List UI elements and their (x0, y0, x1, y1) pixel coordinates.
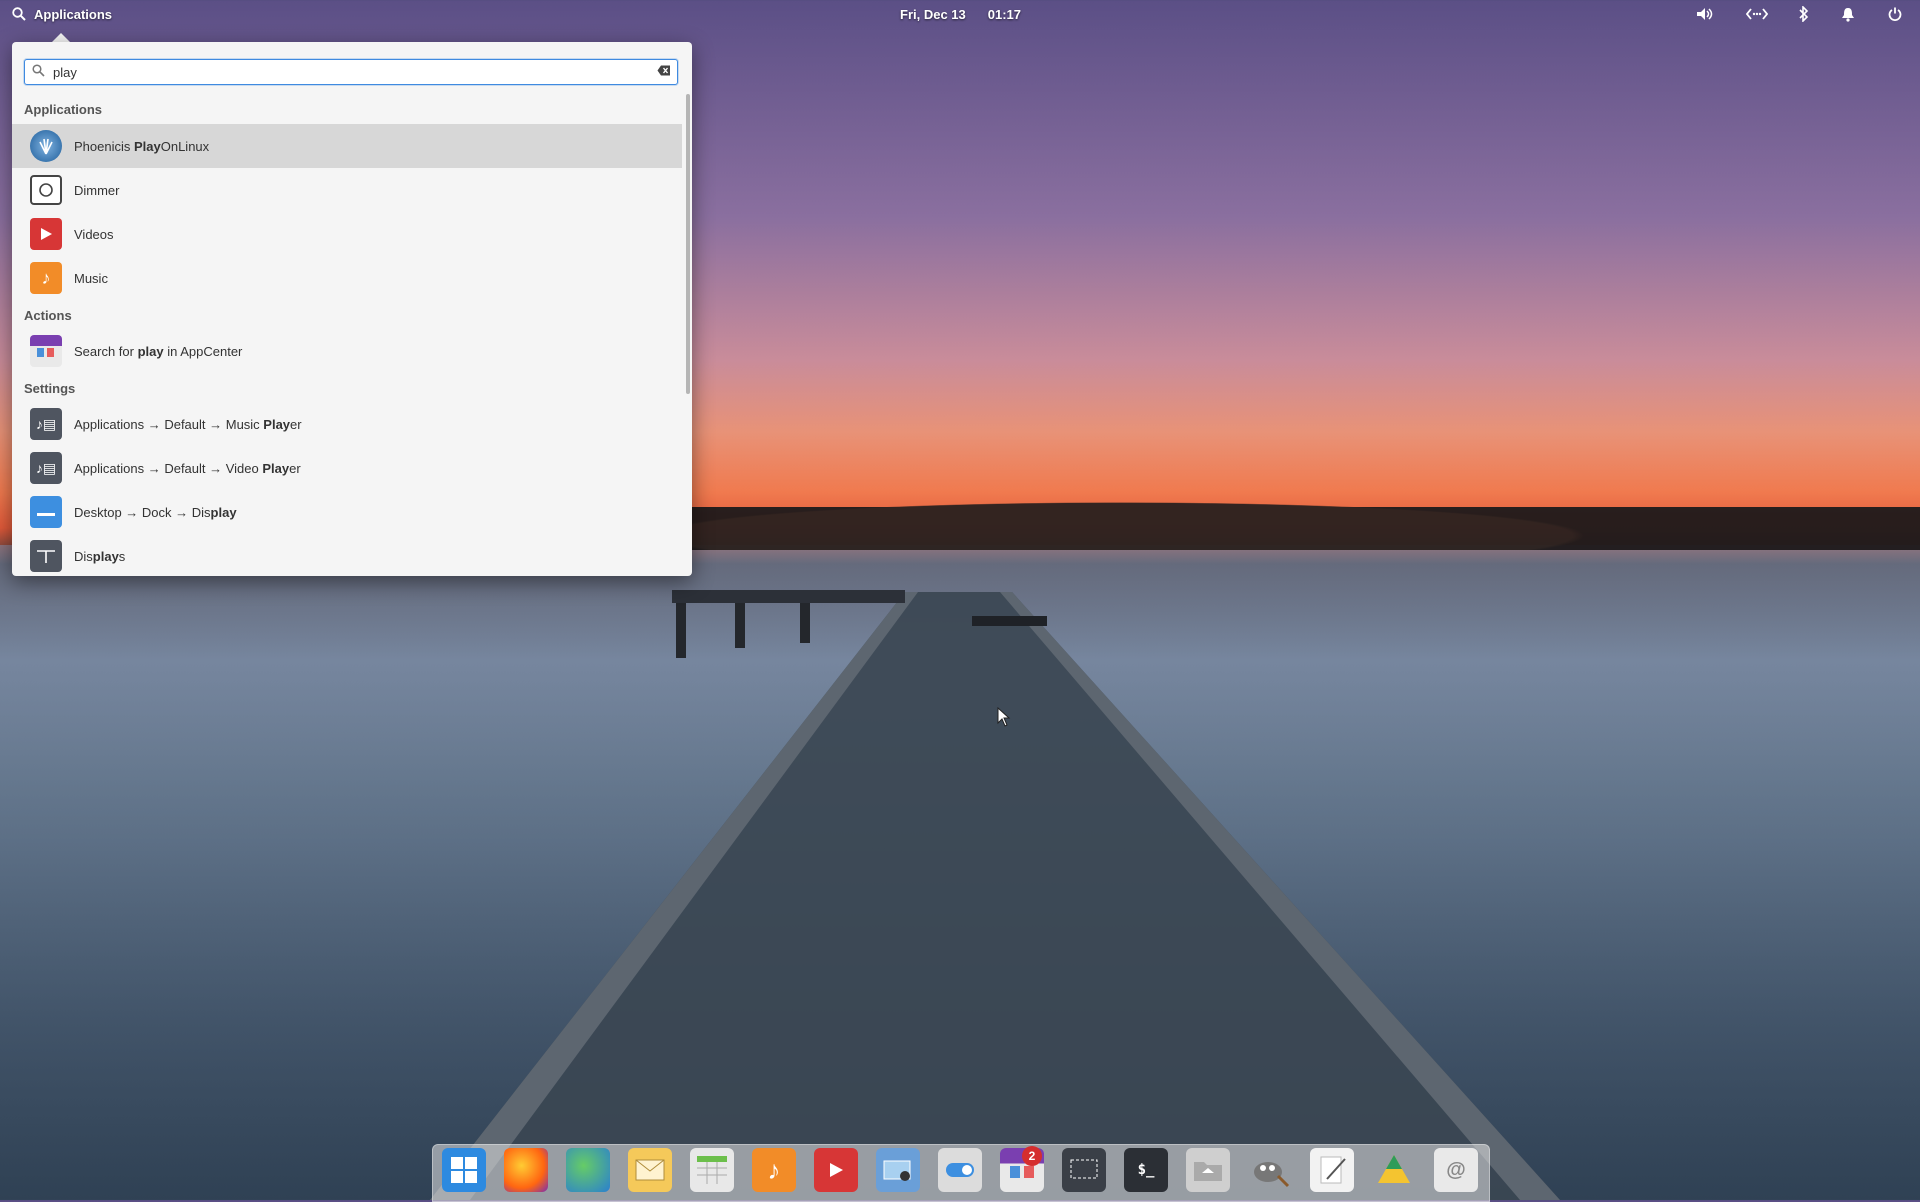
power-icon[interactable] (1880, 0, 1910, 28)
network-icon[interactable] (1742, 0, 1772, 28)
music-icon: ♪ (30, 262, 62, 294)
result-music[interactable]: ♪ Music (12, 256, 682, 300)
result-label: Search for play in AppCenter (74, 343, 243, 359)
search-input[interactable] (51, 62, 645, 82)
terminal-icon[interactable]: $_ (1124, 1148, 1168, 1192)
search-icon (12, 7, 26, 21)
date-text: Fri, Dec 13 (900, 6, 966, 22)
result-displays[interactable]: Displays (12, 534, 682, 576)
mouse-cursor-icon (997, 707, 1011, 727)
gimp-icon[interactable] (1248, 1148, 1292, 1192)
multitasking-view-icon[interactable] (442, 1148, 486, 1192)
default-apps-icon: ♪▤ (30, 452, 62, 484)
result-videos[interactable]: Videos (12, 212, 682, 256)
result-default-video-player[interactable]: ♪▤ Applications → Default → Video Player (12, 446, 682, 490)
wallpaper-treeline (690, 478, 1920, 550)
result-label: Displays (74, 548, 126, 564)
firefox-icon[interactable] (504, 1148, 548, 1192)
text-editor-icon[interactable] (1310, 1148, 1354, 1192)
files-icon[interactable] (1186, 1148, 1230, 1192)
calendar-icon[interactable] (690, 1148, 734, 1192)
clear-search-icon[interactable] (657, 65, 671, 76)
web-browser-icon[interactable] (566, 1148, 610, 1192)
search-field[interactable] (24, 59, 678, 85)
applications-label: Applications (34, 6, 113, 22)
wallpaper-lake (0, 545, 1920, 1200)
screenshot-icon[interactable] (1062, 1148, 1106, 1192)
result-label: Applications → Default → Music Player (74, 416, 302, 432)
default-apps-icon: ♪▤ (30, 408, 62, 440)
section-actions: Actions (24, 308, 72, 323)
dimmer-icon (30, 175, 62, 205)
result-label: Videos (74, 226, 114, 242)
appcenter-icon (30, 335, 62, 367)
result-phoenicis-playonlinux[interactable]: Phoenicis PlayOnLinux (12, 124, 682, 168)
videos-icon (30, 218, 62, 250)
section-settings: Settings (24, 381, 76, 396)
app-launcher-popover: Applications Phoenicis PlayOnLinux Dimme… (12, 42, 692, 576)
videos-app-icon[interactable] (814, 1148, 858, 1192)
time-text: 01:17 (987, 6, 1022, 22)
photos-icon[interactable] (876, 1148, 920, 1192)
top-panel: Applications Fri, Dec 13 01:17 (0, 0, 1920, 28)
result-label: Applications → Default → Video Player (74, 460, 301, 476)
result-search-appcenter[interactable]: Search for play in AppCenter (12, 329, 682, 373)
volume-icon[interactable] (1690, 0, 1720, 28)
section-applications: Applications (24, 102, 103, 117)
updates-badge: 2 (1022, 1146, 1042, 1166)
result-label: Dimmer (74, 182, 120, 198)
search-icon (32, 64, 45, 77)
applications-menu-button[interactable]: Applications (12, 0, 112, 28)
results-scrollbar[interactable] (686, 94, 690, 394)
system-settings-icon[interactable] (938, 1148, 982, 1192)
result-dock-display[interactable]: Desktop → Dock → Display (12, 490, 682, 534)
result-label: Music (74, 270, 108, 286)
displays-icon (30, 540, 62, 572)
notifications-icon[interactable] (1833, 0, 1863, 28)
result-label: Phoenicis PlayOnLinux (74, 138, 210, 154)
google-drive-icon[interactable] (1372, 1148, 1416, 1192)
datetime-indicator[interactable]: Fri, Dec 13 01:17 (900, 0, 1021, 28)
result-dimmer[interactable]: Dimmer (12, 168, 682, 212)
contacts-icon[interactable]: @ (1434, 1148, 1478, 1192)
result-label: Desktop → Dock → Display (74, 504, 237, 520)
playonlinux-icon (30, 130, 62, 162)
desktop-dock-icon (30, 496, 62, 528)
music-app-icon[interactable]: ♪ (752, 1148, 796, 1192)
mail-icon[interactable] (628, 1148, 672, 1192)
result-default-music-player[interactable]: ♪▤ Applications → Default → Music Player (12, 402, 682, 446)
bluetooth-icon[interactable] (1789, 0, 1819, 28)
